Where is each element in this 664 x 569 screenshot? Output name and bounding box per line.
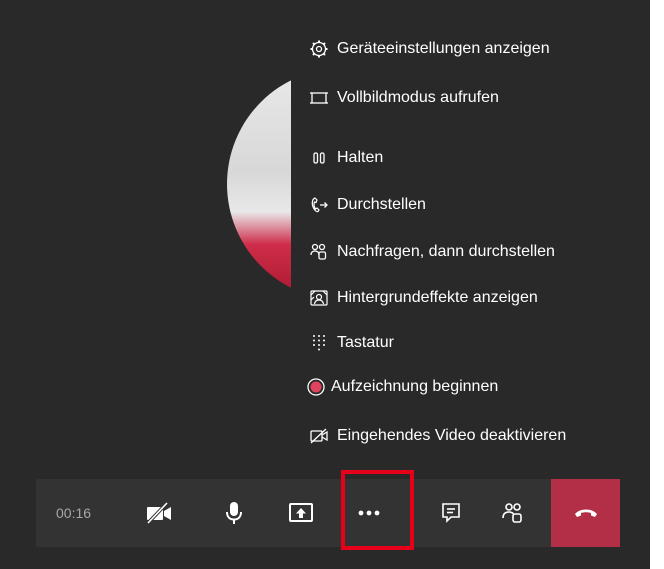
screenshot: Geräteeinstellungen anzeigen Vollbildmod… bbox=[0, 0, 664, 569]
call-stage: Geräteeinstellungen anzeigen Vollbildmod… bbox=[0, 0, 650, 569]
menu-item-consult-transfer[interactable]: Nachfragen, dann durchstellen bbox=[291, 237, 621, 267]
chat-button[interactable] bbox=[423, 479, 479, 547]
participants-button[interactable] bbox=[485, 479, 541, 547]
menu-item-label: Eingehendes Video deaktivieren bbox=[337, 427, 567, 444]
record-icon bbox=[305, 375, 327, 399]
menu-item-label: Aufzeichnung beginnen bbox=[331, 378, 499, 395]
microphone-icon bbox=[223, 500, 245, 526]
menu-item-transfer[interactable]: Durchstellen bbox=[291, 190, 621, 220]
microphone-button[interactable] bbox=[206, 479, 262, 547]
camera-off-icon bbox=[145, 501, 173, 525]
transfer-icon bbox=[307, 193, 331, 217]
share-screen-button[interactable] bbox=[273, 479, 329, 547]
menu-item-label: Tastatur bbox=[337, 334, 394, 351]
share-screen-icon bbox=[288, 501, 314, 525]
menu-item-label: Halten bbox=[337, 149, 384, 166]
menu-item-label: Durchstellen bbox=[337, 196, 426, 213]
dialpad-icon bbox=[307, 331, 331, 355]
fullscreen-icon bbox=[307, 86, 331, 110]
participants-icon bbox=[501, 501, 525, 525]
hold-icon bbox=[307, 146, 331, 170]
menu-item-start-recording[interactable]: Aufzeichnung beginnen bbox=[291, 372, 621, 402]
chat-icon bbox=[440, 501, 462, 525]
menu-item-background-effects[interactable]: Hintergrundeffekte anzeigen bbox=[291, 283, 621, 313]
menu-item-hold[interactable]: Halten bbox=[291, 143, 621, 173]
menu-item-label: Vollbildmodus aufrufen bbox=[337, 89, 499, 106]
video-off-icon bbox=[307, 424, 331, 448]
more-actions-menu: Geräteeinstellungen anzeigen Vollbildmod… bbox=[291, 24, 621, 460]
highlight-box bbox=[341, 470, 414, 550]
hang-up-icon bbox=[573, 506, 599, 520]
menu-item-label: Hintergrundeffekte anzeigen bbox=[337, 289, 538, 306]
menu-item-device-settings[interactable]: Geräteeinstellungen anzeigen bbox=[291, 34, 621, 64]
call-timer: 00:16 bbox=[56, 505, 92, 521]
menu-item-dialpad[interactable]: Tastatur bbox=[291, 328, 621, 358]
menu-item-fullscreen[interactable]: Vollbildmodus aufrufen bbox=[291, 83, 621, 113]
menu-item-label: Nachfragen, dann durchstellen bbox=[337, 243, 555, 260]
hang-up-button[interactable] bbox=[551, 479, 620, 547]
menu-item-label: Geräteeinstellungen anzeigen bbox=[337, 40, 550, 57]
gear-icon bbox=[307, 37, 331, 61]
consult-transfer-icon bbox=[307, 240, 331, 264]
background-effects-icon bbox=[307, 286, 331, 310]
camera-toggle-button[interactable] bbox=[131, 479, 187, 547]
menu-item-disable-incoming-video[interactable]: Eingehendes Video deaktivieren bbox=[291, 421, 621, 451]
call-controls-bar: 00:16 bbox=[36, 479, 620, 547]
